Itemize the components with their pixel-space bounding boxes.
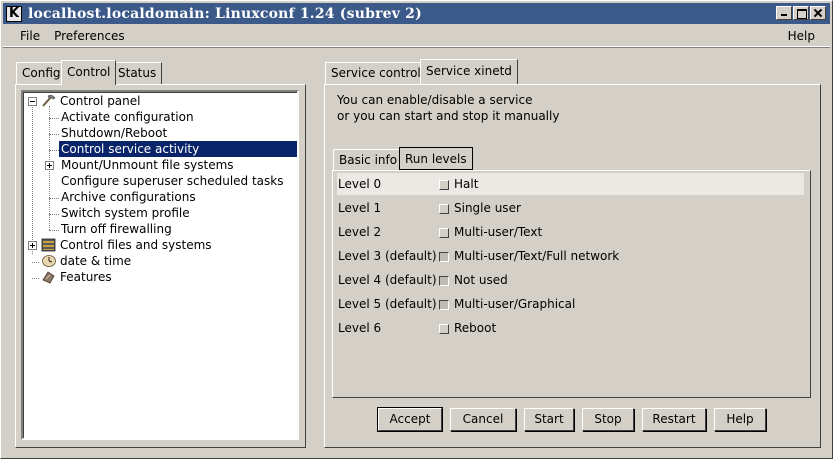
tree-item-archive-configurations[interactable]: Archive configurations [61, 189, 196, 205]
description-text: You can enable/disable a service or you … [337, 92, 559, 124]
cancel-button[interactable]: Cancel [450, 408, 516, 431]
window-controls [776, 6, 826, 20]
run-level-label[interactable]: Not used [454, 269, 508, 291]
run-level-name: Level 1 [338, 201, 382, 215]
run-level-row: Level 2 Multi-user/Text [337, 221, 804, 243]
title-bar[interactable]: K localhost.localdomain: Linuxconf 1.24 … [3, 3, 830, 24]
tree-item-control-files[interactable]: Control files and systems [60, 237, 212, 253]
tree-item-control-service-activity[interactable]: Control service activity [59, 141, 297, 157]
app-window: K localhost.localdomain: Linuxconf 1.24 … [0, 0, 833, 459]
run-level-name: Level 2 [338, 225, 382, 239]
tree-item-mount-unmount[interactable]: Mount/Unmount file systems [61, 157, 234, 173]
description-line-1: You can enable/disable a service [337, 93, 533, 107]
tab-service-xinetd[interactable]: Service xinetd [420, 59, 518, 84]
expand-mount-icon[interactable] [45, 161, 54, 170]
tree-item-activate-configuration[interactable]: Activate configuration [61, 109, 194, 125]
run-level-name: Level 5 (default) [338, 297, 437, 311]
stop-button[interactable]: Stop [582, 408, 634, 431]
run-level-label[interactable]: Single user [454, 197, 521, 219]
menu-file[interactable]: File [13, 26, 47, 46]
accept-button[interactable]: Accept [377, 407, 443, 432]
navigation-tree[interactable]: Control panel Activate configuration Shu… [21, 90, 299, 440]
tab-config[interactable]: Config [16, 62, 67, 84]
run-level-label[interactable]: Halt [454, 173, 478, 195]
minimize-icon[interactable] [776, 6, 792, 20]
tab-status[interactable]: Status [112, 62, 163, 84]
expand-control-files-icon[interactable] [28, 241, 37, 250]
tools-icon [42, 95, 56, 107]
tab-control[interactable]: Control [61, 60, 117, 85]
tree-item-turn-off-firewalling[interactable]: Turn off firewalling [61, 221, 172, 237]
clock-icon [42, 255, 56, 267]
menu-preferences[interactable]: Preferences [47, 26, 132, 46]
tree-item-features[interactable]: Features [60, 269, 112, 285]
run-level-label[interactable]: Multi-user/Text/Full network [454, 245, 619, 267]
run-level-label[interactable]: Multi-user/Graphical [454, 293, 575, 315]
reboot-checkbox[interactable] [439, 324, 449, 334]
run-level-name: Level 4 (default) [338, 273, 437, 287]
run-level-name: Level 0 [338, 177, 382, 191]
kde-app-icon[interactable]: K [6, 5, 22, 22]
full-network-checkbox[interactable] [439, 252, 449, 262]
window-title: localhost.localdomain: Linuxconf 1.24 (s… [28, 5, 422, 22]
run-level-name: Level 6 [338, 321, 382, 335]
run-level-row: Level 6 Reboot [337, 317, 804, 339]
tree-item-date-time[interactable]: date & time [60, 253, 131, 269]
tab-basic-info[interactable]: Basic info [333, 149, 404, 171]
file-cabinet-icon [41, 238, 56, 252]
start-button[interactable]: Start [524, 408, 574, 431]
run-level-label[interactable]: Reboot [454, 317, 496, 339]
halt-checkbox[interactable] [439, 180, 449, 190]
run-level-row: Level 1 Single user [337, 197, 804, 219]
run-level-label[interactable]: Multi-user/Text [454, 221, 542, 243]
features-icon [42, 271, 55, 284]
run-level-row: Level 3 (default) Multi-user/Text/Full n… [337, 245, 804, 267]
run-level-row: Level 0 Halt [337, 173, 804, 195]
tree-item-switch-profile[interactable]: Switch system profile [61, 205, 190, 221]
multi-user-graphical-checkbox[interactable] [439, 300, 449, 310]
run-level-row: Level 5 (default) Multi-user/Graphical [337, 293, 804, 315]
maximize-icon[interactable] [793, 6, 809, 20]
restart-button[interactable]: Restart [642, 408, 706, 431]
tree-item-superuser-tasks[interactable]: Configure superuser scheduled tasks [61, 173, 283, 189]
tab-run-levels[interactable]: Run levels [399, 147, 473, 170]
tab-service-control[interactable]: Service control [325, 62, 427, 84]
menu-help[interactable]: Help [781, 26, 822, 46]
tree-item-shutdown-reboot[interactable]: Shutdown/Reboot [61, 125, 167, 141]
close-icon[interactable] [810, 6, 826, 20]
single-user-checkbox[interactable] [439, 204, 449, 214]
not-used-checkbox[interactable] [439, 276, 449, 286]
run-level-name: Level 3 (default) [338, 249, 437, 263]
help-button[interactable]: Help [714, 408, 766, 431]
run-level-row: Level 4 (default) Not used [337, 269, 804, 291]
menu-separator [3, 47, 830, 48]
multi-user-text-checkbox[interactable] [439, 228, 449, 238]
collapse-control-panel-icon[interactable] [28, 97, 37, 106]
menu-bar: File Preferences Help [3, 25, 830, 47]
tree-item-control-panel[interactable]: Control panel [60, 93, 140, 109]
description-line-2: or you can start and stop it manually [337, 109, 560, 123]
